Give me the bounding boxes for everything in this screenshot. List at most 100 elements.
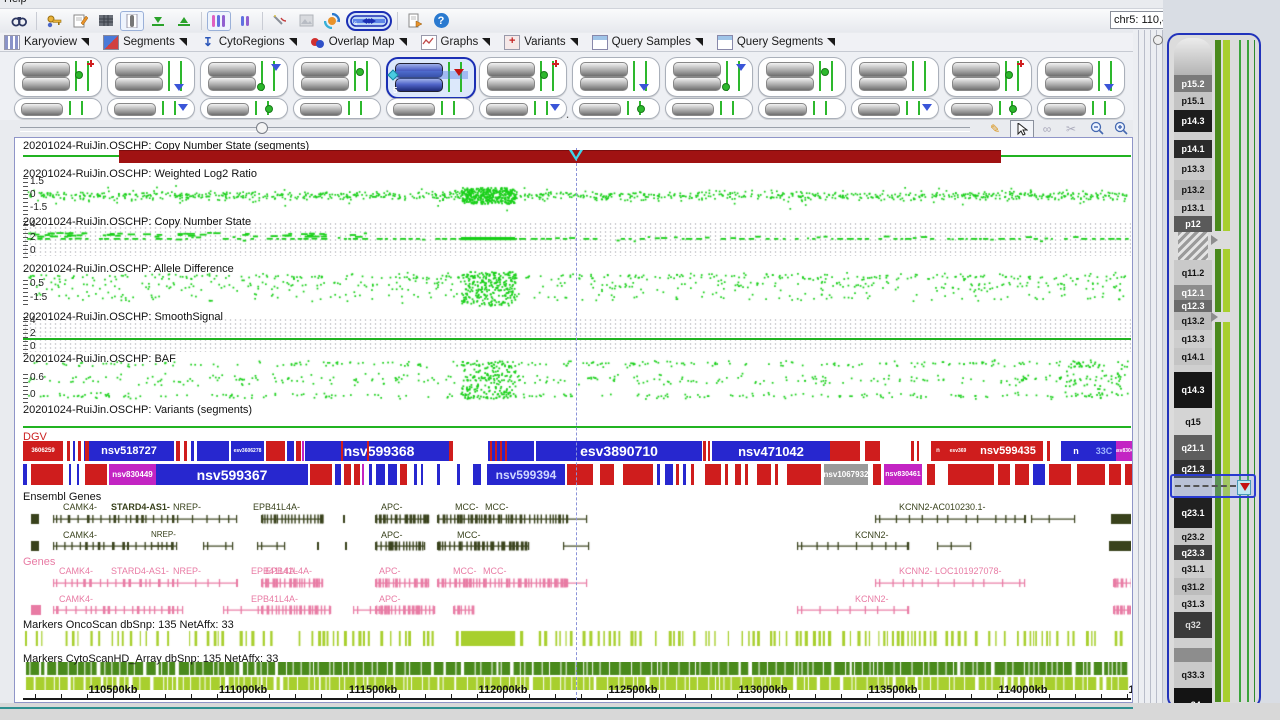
dgv-segment[interactable]: [421, 464, 423, 485]
dgv-segment[interactable]: [437, 464, 440, 485]
dgv-segment[interactable]: [344, 464, 351, 485]
ideogram-band-q23.2[interactable]: q23.2: [1174, 528, 1212, 545]
gene-label[interactable]: APC-: [379, 566, 401, 576]
chromosome-thumbnail[interactable]: [14, 57, 102, 97]
dgv-segment[interactable]: [676, 464, 679, 485]
zoom-in-button[interactable]: [1110, 120, 1132, 137]
track-label-markers-cytoscan[interactable]: Markers CytoScanHD_Array dbSnp: 135 NetA…: [23, 653, 278, 665]
ideogram-band-q14.1[interactable]: q14.1: [1174, 348, 1212, 365]
annotate-pencil-button[interactable]: ✎: [984, 120, 1006, 137]
track-label-baf[interactable]: 20201024-RuiJin.OSCHP: BAF: [23, 353, 176, 365]
ideogram-band-q14.3[interactable]: q14.3: [1174, 372, 1212, 408]
gene-label[interactable]: KCNN2- LOC101927078-: [899, 566, 1002, 576]
dgv-segment[interactable]: [77, 464, 79, 485]
chromosome-thumbnail[interactable]: [293, 57, 381, 97]
ideogram-gap[interactable]: [1174, 365, 1212, 372]
dgv-segment[interactable]: [917, 441, 919, 461]
gene-label[interactable]: CAMK4-: [63, 530, 97, 540]
dgv-segment[interactable]: [725, 464, 728, 485]
dgv-segment[interactable]: [775, 464, 778, 485]
gene-label[interactable]: CAMK4-: [59, 566, 93, 576]
dgv-segment[interactable]: [948, 464, 994, 485]
dgv-segment[interactable]: [302, 441, 304, 461]
ideogram-band-q23.1[interactable]: q23.1: [1174, 498, 1212, 528]
find-button[interactable]: [7, 11, 31, 31]
tab-segments[interactable]: Segments: [103, 34, 187, 51]
tab-karyoview[interactable]: Karyoview: [4, 34, 89, 51]
dgv-segment[interactable]: [500, 441, 502, 461]
position-cursor-line[interactable]: [576, 148, 577, 700]
table-view-button[interactable]: [94, 11, 118, 31]
tab-variants[interactable]: + Variants: [504, 34, 577, 51]
ideogram-band-q31.1[interactable]: q31.1: [1174, 560, 1212, 578]
chromosome-thumbnail[interactable]: [107, 98, 195, 119]
dgv-segment[interactable]: nsv471042: [712, 441, 830, 461]
dgv-segment[interactable]: [1077, 464, 1105, 485]
dgv-segment[interactable]: [567, 464, 593, 485]
dgv-segment[interactable]: esv369: [945, 441, 971, 461]
tab-menu-flag-icon[interactable]: [827, 38, 835, 46]
dgv-segment[interactable]: [473, 464, 481, 485]
chromosome-thumbnail[interactable]: [665, 98, 753, 119]
dgv-segment[interactable]: nsv599394: [487, 464, 565, 485]
edit-note-button[interactable]: [68, 11, 92, 31]
gene-label[interactable]: EPB41L4A-: [251, 594, 298, 604]
chromosome-thumbnail[interactable]: [758, 57, 846, 97]
ideogram-band-p14.1[interactable]: p14.1: [1174, 140, 1212, 158]
dgv-segment[interactable]: [691, 464, 694, 485]
chromosome-thumbnail[interactable]: [1037, 57, 1125, 97]
tab-overlap-map[interactable]: Overlap Map: [311, 34, 407, 51]
chromosome-thumbnail[interactable]: [944, 98, 1032, 119]
splitter-knob[interactable]: [1153, 35, 1163, 45]
gene-label[interactable]: MCC-: [455, 502, 479, 512]
gene-label[interactable]: MCC-: [453, 566, 477, 576]
track-display-panel[interactable]: 20201024-RuiJin.OSCHP: Copy Number State…: [14, 137, 1133, 703]
ideogram-band-q31.3[interactable]: q31.3: [1174, 595, 1212, 612]
track-label-genes[interactable]: Genes: [23, 556, 55, 568]
gene-label[interactable]: CAMK4-: [59, 594, 93, 604]
dgv-segment[interactable]: [369, 464, 372, 485]
dgv-segment[interactable]: [78, 441, 81, 461]
chromosome-thumbnail[interactable]: [200, 57, 288, 97]
dgv-segment[interactable]: [414, 464, 417, 485]
ideogram-band-q33.3[interactable]: q33.3: [1174, 662, 1212, 688]
track-label-variants[interactable]: 20201024-RuiJin.OSCHP: Variants (segment…: [23, 404, 252, 416]
dgv-segment[interactable]: esv3606278: [231, 441, 264, 461]
dgv-segment[interactable]: [830, 441, 860, 461]
tab-cytoregions[interactable]: ↧ CytoRegions: [201, 34, 297, 51]
chromosome-thumbnail[interactable]: [200, 98, 288, 119]
dgv-segment[interactable]: [787, 464, 821, 485]
dgv-segment[interactable]: nsv599367: [156, 464, 308, 485]
help-button[interactable]: ?: [429, 11, 453, 31]
dgv-segment[interactable]: nsv518727: [84, 441, 174, 461]
dgv-segment[interactable]: [1033, 464, 1045, 485]
gene-label[interactable]: KCNN2-: [855, 594, 889, 604]
dgv-segment[interactable]: [362, 464, 364, 485]
dgv-segment[interactable]: [757, 464, 771, 485]
dgv-segment[interactable]: [495, 441, 497, 461]
gene-label[interactable]: MCC-: [485, 502, 509, 512]
dgv-segment[interactable]: [745, 464, 748, 485]
track-label-smoothsignal[interactable]: 20201024-RuiJin.OSCHP: SmoothSignal: [23, 311, 223, 323]
zoom-out-button[interactable]: [1086, 120, 1108, 137]
dgv-segment[interactable]: [310, 464, 332, 485]
dgv-segment[interactable]: [85, 464, 107, 485]
gene-label[interactable]: EPB41L4A-: [265, 566, 312, 576]
chromosome-thumbnail[interactable]: [758, 98, 846, 119]
ideogram-band-unlabeled[interactable]: [1174, 648, 1212, 662]
dgv-segment[interactable]: [708, 441, 710, 461]
track-label-dgv[interactable]: DGV: [23, 431, 47, 443]
ideogram-band-p14.3[interactable]: p14.3: [1174, 110, 1212, 132]
column-view-button[interactable]: [120, 11, 144, 31]
dgv-segment[interactable]: [85, 441, 89, 461]
dgv-segment[interactable]: [665, 464, 673, 485]
ideogram-band-q13.3[interactable]: q13.3: [1174, 330, 1212, 348]
gene-label[interactable]: APC-: [379, 594, 401, 604]
dgv-segment[interactable]: 3606259: [23, 441, 63, 461]
dgv-segment[interactable]: [388, 464, 397, 485]
dgv-segment[interactable]: [296, 441, 301, 461]
ideogram-band-q11.2[interactable]: q11.2: [1174, 260, 1212, 285]
tab-query-samples[interactable]: Query Samples: [592, 34, 703, 51]
track-label-cn-state[interactable]: 20201024-RuiJin.OSCHP: Copy Number State: [23, 216, 251, 228]
ideogram-band-q32[interactable]: q32: [1174, 612, 1212, 638]
